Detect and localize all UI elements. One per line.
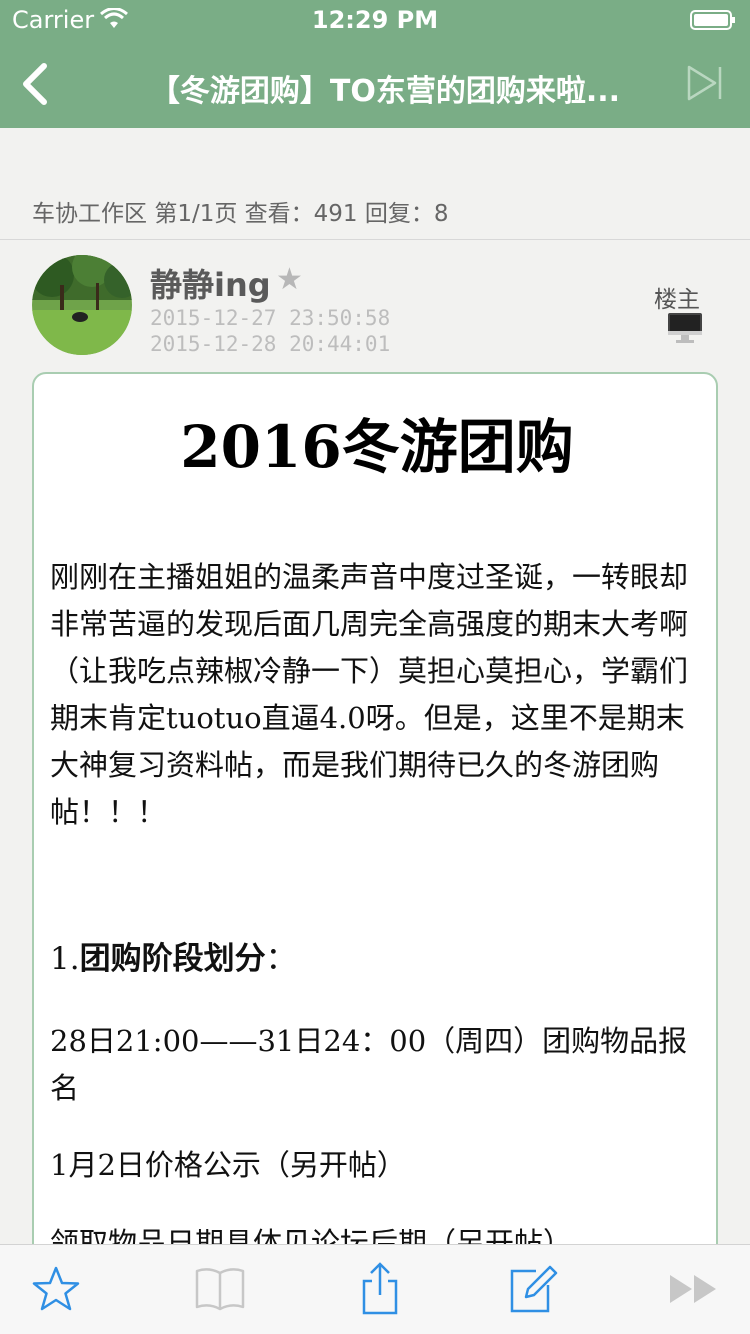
schedule-line-1: 28日21:00——31日24：00（周四）团购物品报名 <box>50 1024 688 1105</box>
avatar[interactable] <box>32 255 132 355</box>
author-name[interactable]: 静静ing <box>150 260 271 306</box>
thread-info: 车协工作区 第1/1页 查看：491 回复：8 <box>32 194 449 228</box>
section-title: 团购阶段划分 <box>79 941 266 977</box>
chevron-left-icon <box>23 63 47 105</box>
favorite-button[interactable] <box>26 1259 86 1319</box>
post-time: 2015-12-27 23:50:58 <box>150 306 391 330</box>
reply-count: 回复：8 <box>364 201 449 227</box>
status-time: 12:29 PM <box>311 6 439 34</box>
floor-label: 楼主 <box>654 287 700 313</box>
schedule-line-2: 1月2日价格公示（另开帖） <box>50 1148 406 1182</box>
section-colon: ： <box>265 941 297 977</box>
bottom-toolbar <box>0 1244 750 1334</box>
battery-icon <box>690 10 735 30</box>
back-button[interactable] <box>10 56 60 112</box>
share-icon <box>362 1262 398 1315</box>
intro-paragraph: 刚刚在主播姐姐的温柔声音中度过圣诞，一转眼却非常苦逼的发现后面几周完全高强度的期… <box>50 560 689 829</box>
page-indicator: 第1/1页 <box>154 201 238 227</box>
post-content-card: 2016冬游团购 刚刚在主播姐姐的温柔声音中度过圣诞，一转眼却非常苦逼的发现后面… <box>32 372 718 1272</box>
skip-to-end-icon[interactable] <box>686 64 726 102</box>
section-heading: 1.团购阶段划分： <box>50 936 710 983</box>
share-button[interactable] <box>350 1259 410 1319</box>
star-icon <box>32 1266 80 1311</box>
next-page-button[interactable] <box>664 1259 724 1319</box>
edit-time: 2015-12-28 20:44:01 <box>150 332 391 356</box>
forum-name: 车协工作区 <box>32 201 147 227</box>
reply-button[interactable] <box>502 1259 562 1319</box>
nav-bar: 【冬游团购】TO东营的团购来啦... <box>0 40 750 128</box>
read-mode-button[interactable] <box>190 1259 250 1319</box>
divider <box>0 239 750 240</box>
page-title: 【冬游团购】TO东营的团购来啦... <box>149 74 621 109</box>
desktop-computer-icon <box>668 313 702 343</box>
view-count: 查看：491 <box>244 201 358 227</box>
star-badge-icon: ★ <box>276 262 303 297</box>
status-bar: Carrier 12:29 PM <box>0 0 750 40</box>
post-title: 2016冬游团购 <box>180 413 574 481</box>
book-icon <box>195 1268 245 1311</box>
section-number: 1. <box>50 941 80 977</box>
avatar-image <box>32 255 132 355</box>
compose-icon <box>510 1265 558 1313</box>
top-bar: Carrier 12:29 PM 【冬游团购】TO东营的团购来啦... <box>0 0 750 128</box>
fast-forward-icon <box>670 1275 716 1303</box>
